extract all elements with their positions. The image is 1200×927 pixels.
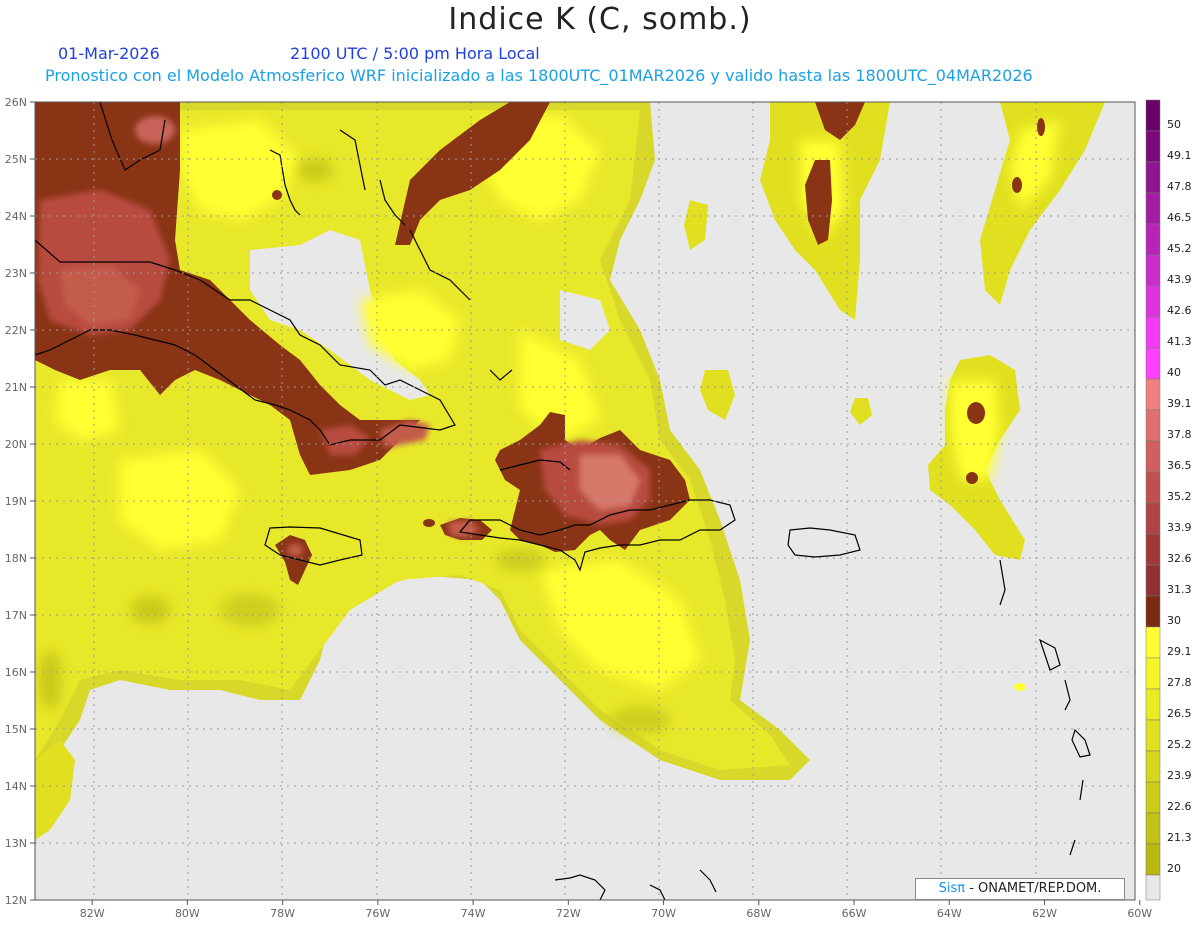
legend-swatch: [1145, 223, 1161, 256]
legend-swatch: [1145, 502, 1161, 535]
legend-label-31.3: 31.3: [1167, 583, 1192, 596]
legend-swatch: [1145, 192, 1161, 225]
lat-label-13N: 13N: [5, 837, 27, 850]
legend-swatch: [1145, 347, 1161, 380]
legend-swatch: [1145, 409, 1161, 442]
lon-label-82W: 82W: [80, 907, 105, 920]
lat-label-15N: 15N: [5, 723, 27, 736]
legend-swatch: [1145, 285, 1161, 318]
lat-label-22N: 22N: [5, 324, 27, 337]
legend-swatch: [1145, 626, 1161, 659]
legend-label-40: 40: [1167, 366, 1181, 379]
legend-swatch: [1145, 440, 1161, 473]
lat-label-23N: 23N: [5, 267, 27, 280]
legend-label-25.2: 25.2: [1167, 738, 1192, 751]
legend-swatch: [1145, 316, 1161, 349]
legend-swatch: [1145, 99, 1161, 132]
legend-label-47.8: 47.8: [1167, 180, 1192, 193]
legend-swatch: [1145, 378, 1161, 411]
lat-label-26N: 26N: [5, 96, 27, 109]
legend-swatch: [1145, 719, 1161, 752]
legend-label-21.3: 21.3: [1167, 831, 1192, 844]
legend-swatch: [1145, 130, 1161, 163]
legend-label-41.3: 41.3: [1167, 335, 1192, 348]
legend-label-26.5: 26.5: [1167, 707, 1192, 720]
legend-label-23.9: 23.9: [1167, 769, 1192, 782]
lon-label-60W: 60W: [1127, 907, 1152, 920]
legend-swatch: [1145, 688, 1161, 721]
legend-label-43.9: 43.9: [1167, 273, 1192, 286]
lat-label-20N: 20N: [5, 438, 27, 451]
legend-label-32.6: 32.6: [1167, 552, 1192, 565]
lat-label-16N: 16N: [5, 666, 27, 679]
legend-label-50: 50: [1167, 118, 1181, 131]
legend-label-30: 30: [1167, 614, 1181, 627]
lon-label-62W: 62W: [1032, 907, 1057, 920]
legend-swatch: [1145, 812, 1161, 845]
legend-swatch: [1145, 595, 1161, 628]
lon-label-76W: 76W: [365, 907, 390, 920]
legend-swatch: [1145, 471, 1161, 504]
lat-label-21N: 21N: [5, 381, 27, 394]
lon-label-68W: 68W: [746, 907, 771, 920]
legend-swatch: [1145, 843, 1161, 876]
legend-label-45.2: 45.2: [1167, 242, 1192, 255]
legend-label-22.6: 22.6: [1167, 800, 1192, 813]
lon-label-78W: 78W: [270, 907, 295, 920]
legend-swatch: [1145, 657, 1161, 690]
lat-label-12N: 12N: [5, 894, 27, 907]
lat-label-17N: 17N: [5, 609, 27, 622]
lon-label-74W: 74W: [461, 907, 486, 920]
legend-swatch-lowest: [1145, 874, 1161, 901]
legend-swatch: [1145, 564, 1161, 597]
lon-label-66W: 66W: [842, 907, 867, 920]
credit-sis: Sisπ: [938, 881, 966, 896]
legend-label-35.2: 35.2: [1167, 490, 1192, 503]
lon-label-80W: 80W: [175, 907, 200, 920]
lon-label-70W: 70W: [651, 907, 676, 920]
credit-org: - ONAMET/REP.DOM.: [965, 881, 1102, 896]
legend-label-33.9: 33.9: [1167, 521, 1192, 534]
legend-label-27.8: 27.8: [1167, 676, 1192, 689]
legend-swatch: [1145, 781, 1161, 814]
lon-label-72W: 72W: [556, 907, 581, 920]
lat-label-14N: 14N: [5, 780, 27, 793]
legend-label-49.1: 49.1: [1167, 149, 1192, 162]
legend-swatch: [1145, 254, 1161, 287]
legend-swatch: [1145, 750, 1161, 783]
lat-label-19N: 19N: [5, 495, 27, 508]
k-index-map: 26N 25N 24N 23N 22N 21N 20N 19N 18N 17N 16N 15N 14N 1…: [5, 96, 1192, 920]
color-legend: 50 49.1 47.8 46.5 45.2 43.9 42.6 41.3 40 39.1 37.8…: [1145, 99, 1192, 901]
lat-label-24N: 24N: [5, 210, 27, 223]
legend-label-42.6: 42.6: [1167, 304, 1192, 317]
credit-box: Sisπ - ONAMET/REP.DOM.: [915, 878, 1125, 900]
legend-label-39.1: 39.1: [1167, 397, 1192, 410]
legend-label-20: 20: [1167, 862, 1181, 875]
legend-label-29.1: 29.1: [1167, 645, 1192, 658]
legend-swatch: [1145, 533, 1161, 566]
legend-swatch: [1145, 161, 1161, 194]
lat-label-25N: 25N: [5, 153, 27, 166]
lat-label-18N: 18N: [5, 552, 27, 565]
legend-label-46.5: 46.5: [1167, 211, 1192, 224]
lon-label-64W: 64W: [937, 907, 962, 920]
legend-label-36.5: 36.5: [1167, 459, 1192, 472]
legend-label-37.8: 37.8: [1167, 428, 1192, 441]
